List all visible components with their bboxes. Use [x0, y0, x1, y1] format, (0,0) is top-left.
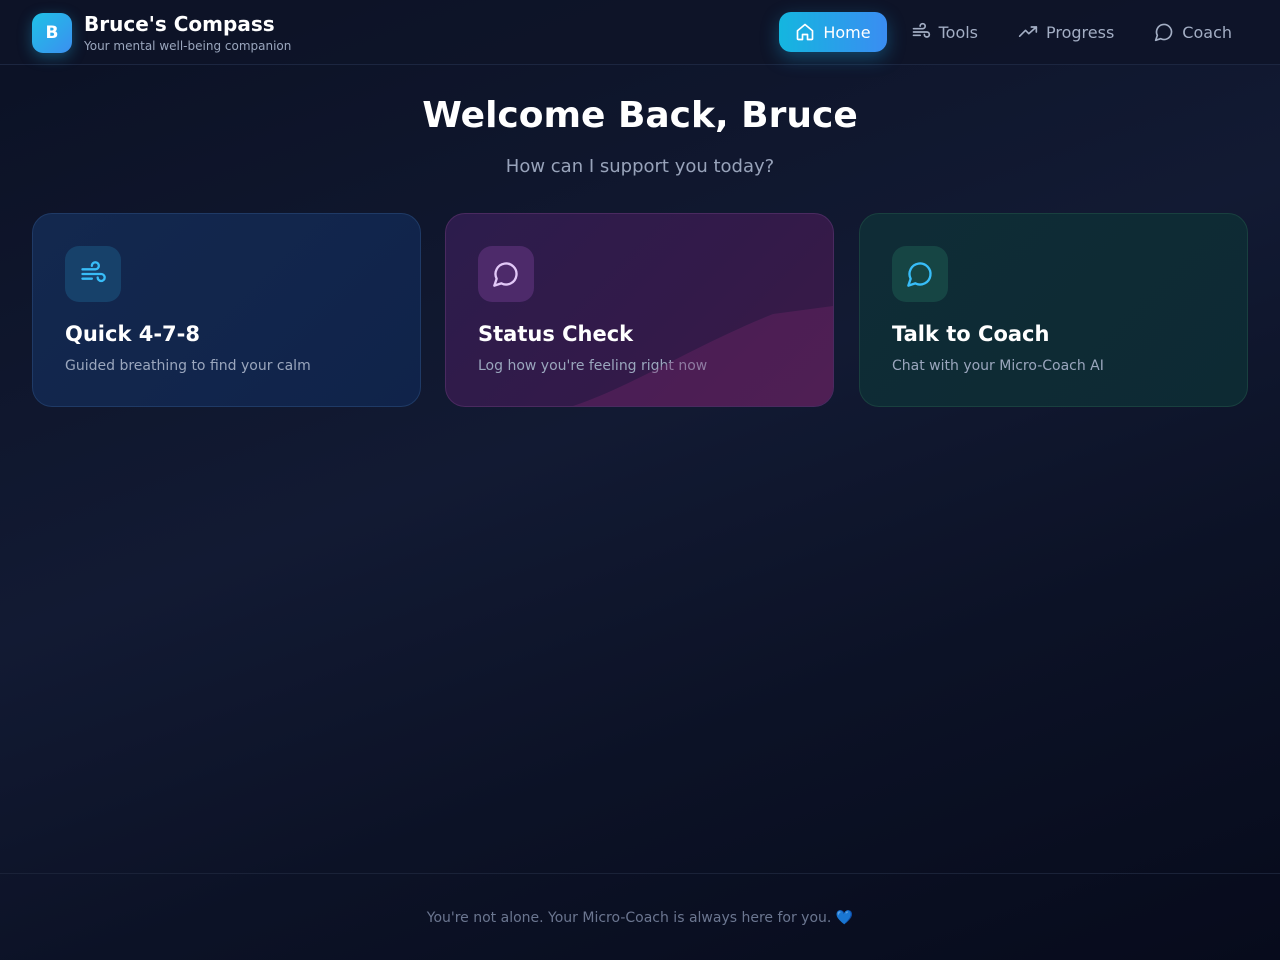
nav-label-tools: Tools [938, 22, 979, 42]
nav-item-progress[interactable]: Progress [1002, 12, 1130, 52]
brand-title: Bruce's Compass [84, 12, 275, 36]
card-description: Guided breathing to find your calm [65, 358, 311, 374]
chat-bubble-icon [1155, 23, 1173, 42]
footer: You're not alone. Your Micro-Coach is al… [0, 873, 1280, 960]
nav-label-progress: Progress [1046, 22, 1115, 42]
brand[interactable]: B Bruce's Compass Your mental well-being… [32, 12, 291, 54]
page-title: Welcome Back, Bruce [422, 95, 858, 136]
brand-text: Bruce's Compass Your mental well-being c… [84, 12, 291, 54]
card-description: Chat with your Micro-Coach AI [892, 358, 1104, 374]
chat-bubble-icon [907, 262, 932, 287]
app-root: B Bruce's Compass Your mental well-being… [0, 0, 1280, 960]
nav-label-home: Home [823, 22, 871, 42]
card-icon-container [478, 246, 534, 302]
card-quick-breathing[interactable]: Quick 4-7-8 Guided breathing to find you… [32, 213, 421, 407]
chat-bubble-icon [493, 262, 518, 287]
card-icon-container [65, 246, 121, 302]
nav-item-tools[interactable]: Tools [895, 12, 994, 52]
wind-icon [912, 22, 930, 38]
main-nav: Home Tools Progress Coach [771, 12, 1248, 52]
card-title: Quick 4-7-8 [65, 322, 200, 346]
brand-logo: B [32, 13, 72, 53]
card-icon-container [892, 246, 948, 302]
footer-message: You're not alone. Your Micro-Coach is al… [0, 908, 1280, 928]
top-header: B Bruce's Compass Your mental well-being… [0, 0, 1280, 65]
decorative-wave [573, 306, 833, 406]
nav-item-coach[interactable]: Coach [1138, 12, 1248, 52]
footer-text: You're not alone. Your Micro-Coach is al… [426, 910, 832, 926]
brand-subtitle: Your mental well-being companion [84, 39, 292, 53]
card-talk-to-coach[interactable]: Talk to Coach Chat with your Micro-Coach… [859, 213, 1248, 407]
wind-icon [81, 261, 106, 283]
heart-icon: 💙 [835, 910, 854, 926]
trending-up-icon [1018, 26, 1038, 38]
card-title: Talk to Coach [892, 322, 1050, 346]
card-status-check[interactable]: Status Check Log how you're feeling righ… [445, 213, 834, 407]
nav-label-coach: Coach [1182, 22, 1232, 42]
page-subtitle: How can I support you today? [505, 156, 775, 177]
home-icon [797, 23, 814, 41]
nav-item-home[interactable]: Home [779, 12, 887, 52]
